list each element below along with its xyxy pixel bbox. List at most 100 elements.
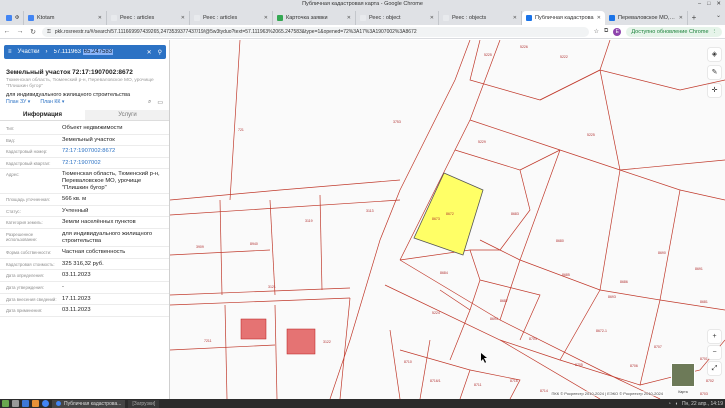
tab-close-icon[interactable]: ✕ bbox=[597, 15, 601, 21]
taskbar-window-chrome[interactable]: Публичная кадастрова... bbox=[52, 399, 126, 408]
properties-list: Тип: Объект недвижимости Вид: Земельный уча… bbox=[0, 123, 169, 317]
plan-zu-link[interactable]: План ЗУ ▾ bbox=[6, 99, 30, 105]
parcel-number-label: 8702 bbox=[706, 379, 714, 383]
minimize-icon[interactable]: – bbox=[698, 0, 701, 9]
forward-icon[interactable]: → bbox=[16, 28, 24, 35]
parcel-boundary bbox=[274, 304, 278, 399]
parcel-number-label: 8686 bbox=[620, 280, 628, 284]
parcel-boundary bbox=[499, 339, 561, 361]
taskbar-window-label: Публичная кадастрова... bbox=[64, 400, 122, 407]
maximize-icon[interactable]: □ bbox=[707, 0, 710, 9]
property-value[interactable]: 72:17:1907002 bbox=[62, 160, 164, 167]
clear-search-icon[interactable]: ✕ bbox=[147, 49, 152, 56]
search-icon[interactable]: ⚲ bbox=[158, 49, 162, 56]
tab-close-icon[interactable]: ✕ bbox=[430, 15, 434, 21]
parcel-boundary bbox=[519, 149, 621, 291]
property-value: Объект недвижимости bbox=[62, 125, 123, 131]
measure-button[interactable]: ✎ bbox=[708, 66, 721, 79]
property-value[interactable]: 72:17:1907002:8672 bbox=[62, 148, 164, 155]
volume-icon[interactable]: ◖ bbox=[675, 401, 678, 407]
parcel-boundary bbox=[384, 284, 601, 399]
tab-services[interactable]: Услуги bbox=[85, 110, 169, 120]
site-info-icon[interactable]: ⚿ bbox=[47, 29, 51, 35]
address-bar[interactable]: ⚿ pkk.rosreestr.ru/#/search/57.111669997… bbox=[42, 26, 589, 37]
parcel-number-label: 8673 bbox=[432, 217, 440, 221]
browser-tab[interactable]: Ktotam ✕ bbox=[24, 11, 107, 25]
search-input[interactable]: 57.111963 65.247583 bbox=[54, 49, 141, 55]
parcel-boundary bbox=[169, 249, 271, 256]
parcel-number-label: 8716/1 bbox=[430, 379, 441, 383]
browser-tab[interactable]: Ф bbox=[2, 11, 24, 25]
tab-close-icon[interactable]: ✕ bbox=[513, 15, 517, 21]
parcel-number-label: 5225 bbox=[587, 133, 595, 137]
browser-tab[interactable]: Карточка заявки ✕ bbox=[273, 11, 356, 25]
browser-tab[interactable]: Публичная кадастрова ✕ bbox=[522, 11, 605, 25]
tab-favicon-icon bbox=[609, 15, 615, 21]
dropdown-arrow-icon[interactable]: › bbox=[46, 49, 48, 55]
parcel-number-label: 8716 bbox=[510, 379, 518, 383]
menu-icon[interactable]: ≡ bbox=[8, 49, 12, 55]
back-icon[interactable]: ← bbox=[3, 28, 11, 35]
search-bar[interactable]: ≡ Участки › 57.111963 65.247583 ✕ ⚲ bbox=[4, 45, 166, 59]
app-icon[interactable] bbox=[22, 400, 29, 407]
firefox-icon[interactable] bbox=[32, 400, 39, 407]
profile-avatar[interactable]: E bbox=[613, 27, 622, 36]
browser-tab[interactable]: Реес : objects ✕ bbox=[439, 11, 522, 25]
files-icon[interactable] bbox=[12, 400, 19, 407]
search-type-select[interactable]: Участки bbox=[18, 49, 40, 55]
start-menu-icon[interactable] bbox=[2, 400, 9, 407]
zoom-in-button[interactable]: + bbox=[708, 330, 721, 343]
parcel-number-label: 5229 bbox=[478, 140, 486, 144]
property-key: Адрес: bbox=[6, 172, 20, 178]
building bbox=[286, 328, 316, 355]
layers-button[interactable]: ◈ bbox=[708, 48, 721, 61]
new-tab-button[interactable]: + bbox=[688, 11, 700, 25]
property-key: Дата применения: bbox=[6, 308, 43, 314]
close-window-icon[interactable]: ✕ bbox=[716, 0, 721, 9]
zoom-out-button[interactable]: − bbox=[708, 346, 721, 359]
browser-tab[interactable]: Реес : articles ✕ bbox=[190, 11, 273, 25]
extensions-icon[interactable]: ⧉ bbox=[604, 28, 608, 35]
tab-close-icon[interactable]: ✕ bbox=[679, 15, 683, 21]
property-row: Адрес: Тюменская область, Тюменский р-н, … bbox=[0, 169, 169, 195]
zoom-locate-button[interactable]: ✛ bbox=[708, 84, 721, 97]
chrome-update-button[interactable]: Доступно обновление Chrome ⋮ bbox=[626, 26, 722, 37]
reload-icon[interactable]: ↻ bbox=[29, 28, 37, 36]
tab-info[interactable]: Информация bbox=[0, 110, 85, 120]
network-icon[interactable]: ◔ bbox=[668, 401, 671, 407]
basemap-switcher[interactable] bbox=[671, 363, 695, 387]
parcel-number-label: 3909 bbox=[196, 245, 204, 249]
tab-label: Реес : articles bbox=[203, 15, 238, 21]
bookmark-star-icon[interactable]: ☆ bbox=[594, 28, 599, 35]
browser-tab[interactable]: Перевалов­ское МО, урочище✕ bbox=[605, 11, 688, 25]
property-key: Тип: bbox=[6, 126, 15, 131]
print-icon[interactable]: ▭ bbox=[157, 99, 163, 106]
taskbar-window-downloads[interactable]: [Загрузки] bbox=[128, 399, 160, 408]
parcel-number-label: 5226 bbox=[520, 45, 528, 49]
chrome-icon[interactable] bbox=[42, 400, 49, 407]
parcel-number-label: 8693 bbox=[608, 295, 616, 299]
property-value: Земли населённых пунктов bbox=[62, 219, 136, 226]
parcel-boundary bbox=[169, 287, 351, 296]
clock[interactable]: Пн, 22 апр., 14:19 bbox=[682, 401, 723, 407]
tab-label: Реес : articles bbox=[120, 15, 155, 21]
zoom-to-object-icon[interactable]: ⌕ bbox=[148, 99, 151, 106]
property-row: Кадастровый квартал: 72:17:1907002 bbox=[0, 158, 169, 170]
tab-close-icon[interactable]: ✕ bbox=[181, 15, 185, 21]
browser-tab[interactable]: Реес : object ✕ bbox=[356, 11, 439, 25]
tab-label: Карточка заявки bbox=[286, 15, 328, 21]
parcel-number-label: 8683 bbox=[511, 212, 519, 216]
parcel-number-label: 8680 bbox=[556, 239, 564, 243]
tab-close-icon[interactable]: ✕ bbox=[347, 15, 351, 21]
fullscreen-button[interactable]: ⤢ bbox=[708, 362, 721, 375]
tab-close-icon[interactable]: ✕ bbox=[98, 15, 102, 21]
window-controls: – □ ✕ bbox=[698, 0, 721, 9]
parcel-number-label: 5224 bbox=[432, 311, 440, 315]
property-key: Дата определения: bbox=[6, 273, 45, 279]
tab-search-icon[interactable]: ⌄ bbox=[716, 12, 721, 19]
tab-label: Реес : objects bbox=[452, 15, 487, 21]
property-key: Кадастровый номер: bbox=[6, 149, 48, 155]
tab-close-icon[interactable]: ✕ bbox=[264, 15, 268, 21]
plan-kk-link[interactable]: План КК ▾ bbox=[40, 99, 64, 105]
browser-tab[interactable]: Реес : articles ✕ bbox=[107, 11, 190, 25]
